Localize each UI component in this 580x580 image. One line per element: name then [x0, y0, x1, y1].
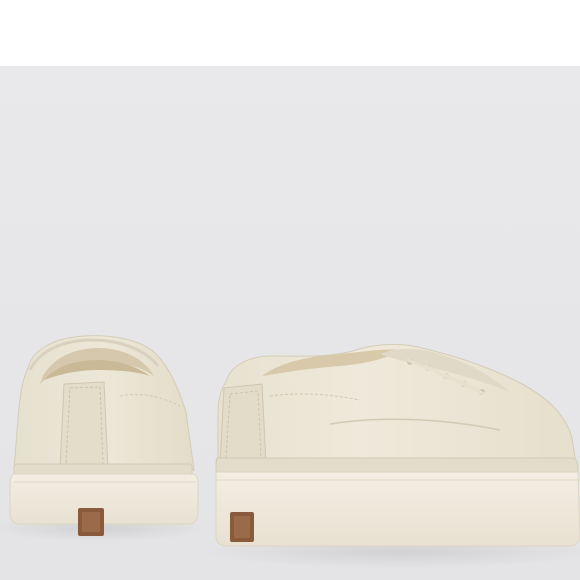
top-white-band	[0, 0, 580, 66]
right-sole	[215, 471, 580, 547]
product-photo	[0, 66, 580, 580]
left-heel-counter	[59, 381, 109, 471]
image-frame	[0, 0, 580, 580]
sneakers-illustration	[0, 66, 580, 580]
